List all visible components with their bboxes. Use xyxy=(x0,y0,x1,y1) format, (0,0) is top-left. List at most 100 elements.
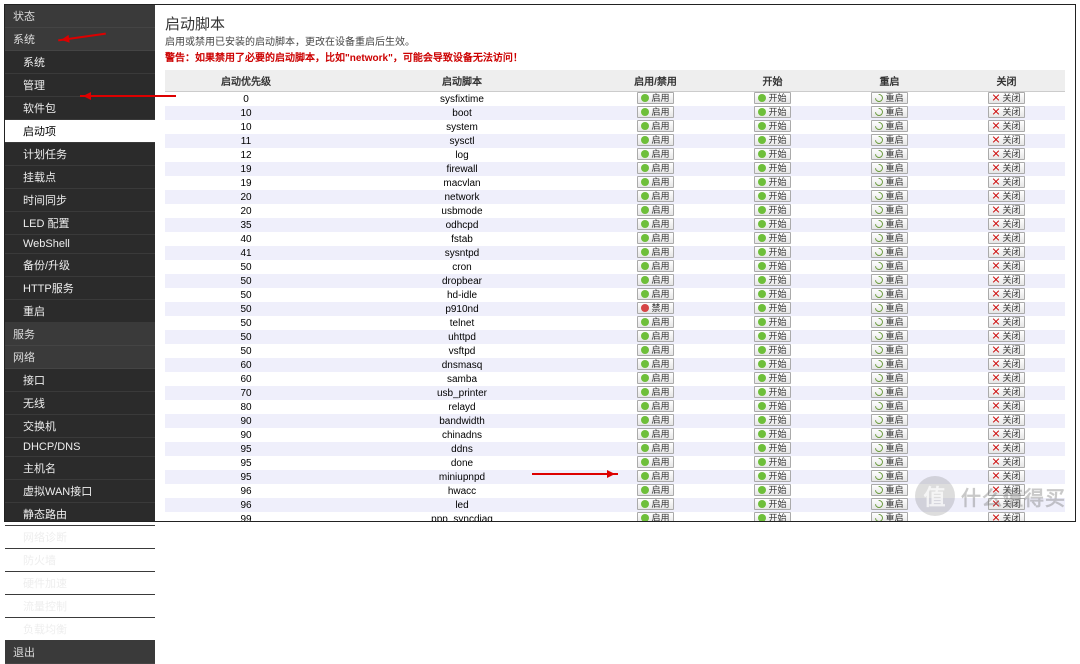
start-button[interactable]: 开始 xyxy=(754,414,790,426)
sidebar-item[interactable]: DHCP/DNS xyxy=(5,438,155,457)
start-button[interactable]: 开始 xyxy=(754,498,790,510)
enable-button[interactable]: 启用 xyxy=(637,232,673,244)
restart-button[interactable]: 重启 xyxy=(871,134,907,146)
stop-button[interactable]: 关闭 xyxy=(988,414,1024,426)
stop-button[interactable]: 关闭 xyxy=(988,288,1024,300)
restart-button[interactable]: 重启 xyxy=(871,246,907,258)
enable-button[interactable]: 启用 xyxy=(637,330,673,342)
enable-button[interactable]: 启用 xyxy=(637,512,673,521)
restart-button[interactable]: 重启 xyxy=(871,218,907,230)
restart-button[interactable]: 重启 xyxy=(871,232,907,244)
start-button[interactable]: 开始 xyxy=(754,176,790,188)
stop-button[interactable]: 关闭 xyxy=(988,176,1024,188)
start-button[interactable]: 开始 xyxy=(754,386,790,398)
stop-button[interactable]: 关闭 xyxy=(988,274,1024,286)
sidebar-item[interactable]: WebShell xyxy=(5,235,155,254)
restart-button[interactable]: 重启 xyxy=(871,120,907,132)
restart-button[interactable]: 重启 xyxy=(871,274,907,286)
enable-button[interactable]: 启用 xyxy=(637,218,673,230)
start-button[interactable]: 开始 xyxy=(754,330,790,342)
enable-button[interactable]: 启用 xyxy=(637,190,673,202)
enable-button[interactable]: 启用 xyxy=(637,386,673,398)
sidebar-item[interactable]: 交换机 xyxy=(5,415,155,438)
stop-button[interactable]: 关闭 xyxy=(988,190,1024,202)
enable-button[interactable]: 启用 xyxy=(637,134,673,146)
start-button[interactable]: 开始 xyxy=(754,260,790,272)
sidebar-item[interactable]: 负载均衡 xyxy=(5,618,155,641)
restart-button[interactable]: 重启 xyxy=(871,330,907,342)
enable-button[interactable]: 禁用 xyxy=(637,302,673,314)
sidebar-item[interactable]: 挂载点 xyxy=(5,166,155,189)
stop-button[interactable]: 关闭 xyxy=(988,134,1024,146)
enable-button[interactable]: 启用 xyxy=(637,358,673,370)
start-button[interactable]: 开始 xyxy=(754,470,790,482)
enable-button[interactable]: 启用 xyxy=(637,162,673,174)
sidebar-cat-status[interactable]: 状态 xyxy=(5,5,155,28)
sidebar-item[interactable]: 软件包 xyxy=(5,97,155,120)
restart-button[interactable]: 重启 xyxy=(871,484,907,496)
stop-button[interactable]: 关闭 xyxy=(988,232,1024,244)
stop-button[interactable]: 关闭 xyxy=(988,400,1024,412)
stop-button[interactable]: 关闭 xyxy=(988,302,1024,314)
start-button[interactable]: 开始 xyxy=(754,288,790,300)
stop-button[interactable]: 关闭 xyxy=(988,260,1024,272)
sidebar-item[interactable]: 虚拟WAN接口 xyxy=(5,480,155,503)
stop-button[interactable]: 关闭 xyxy=(988,372,1024,384)
enable-button[interactable]: 启用 xyxy=(637,246,673,258)
enable-button[interactable]: 启用 xyxy=(637,120,673,132)
sidebar-item[interactable]: 时间同步 xyxy=(5,189,155,212)
enable-button[interactable]: 启用 xyxy=(637,274,673,286)
sidebar-item[interactable]: 硬件加速 xyxy=(5,572,155,595)
enable-button[interactable]: 启用 xyxy=(637,372,673,384)
start-button[interactable]: 开始 xyxy=(754,232,790,244)
start-button[interactable]: 开始 xyxy=(754,120,790,132)
start-button[interactable]: 开始 xyxy=(754,512,790,521)
start-button[interactable]: 开始 xyxy=(754,148,790,160)
restart-button[interactable]: 重启 xyxy=(871,176,907,188)
restart-button[interactable]: 重启 xyxy=(871,204,907,216)
start-button[interactable]: 开始 xyxy=(754,162,790,174)
restart-button[interactable]: 重启 xyxy=(871,260,907,272)
stop-button[interactable]: 关闭 xyxy=(988,330,1024,342)
sidebar-item[interactable]: 启动项 xyxy=(5,120,155,143)
stop-button[interactable]: 关闭 xyxy=(988,442,1024,454)
start-button[interactable]: 开始 xyxy=(754,204,790,216)
enable-button[interactable]: 启用 xyxy=(637,428,673,440)
start-button[interactable]: 开始 xyxy=(754,358,790,370)
stop-button[interactable]: 关闭 xyxy=(988,316,1024,328)
restart-button[interactable]: 重启 xyxy=(871,386,907,398)
restart-button[interactable]: 重启 xyxy=(871,106,907,118)
start-button[interactable]: 开始 xyxy=(754,428,790,440)
enable-button[interactable]: 启用 xyxy=(637,288,673,300)
sidebar-item[interactable]: HTTP服务 xyxy=(5,277,155,300)
stop-button[interactable]: 关闭 xyxy=(988,92,1024,104)
enable-button[interactable]: 启用 xyxy=(637,442,673,454)
sidebar-cat-services[interactable]: 服务 xyxy=(5,323,155,346)
enable-button[interactable]: 启用 xyxy=(637,470,673,482)
restart-button[interactable]: 重启 xyxy=(871,190,907,202)
sidebar-cat-network[interactable]: 网络 xyxy=(5,346,155,369)
restart-button[interactable]: 重启 xyxy=(871,428,907,440)
start-button[interactable]: 开始 xyxy=(754,484,790,496)
enable-button[interactable]: 启用 xyxy=(637,92,673,104)
sidebar-item[interactable]: 接口 xyxy=(5,369,155,392)
restart-button[interactable]: 重启 xyxy=(871,512,907,521)
sidebar-item[interactable]: 系统 xyxy=(5,51,155,74)
sidebar-cat-system[interactable]: 系统 xyxy=(5,28,155,51)
stop-button[interactable]: 关闭 xyxy=(988,456,1024,468)
sidebar-item[interactable]: 静态路由 xyxy=(5,503,155,526)
start-button[interactable]: 开始 xyxy=(754,400,790,412)
stop-button[interactable]: 关闭 xyxy=(988,106,1024,118)
sidebar-item[interactable]: 防火墙 xyxy=(5,549,155,572)
stop-button[interactable]: 关闭 xyxy=(988,428,1024,440)
stop-button[interactable]: 关闭 xyxy=(988,218,1024,230)
stop-button[interactable]: 关闭 xyxy=(988,358,1024,370)
restart-button[interactable]: 重启 xyxy=(871,316,907,328)
enable-button[interactable]: 启用 xyxy=(637,260,673,272)
sidebar-item[interactable]: 无线 xyxy=(5,392,155,415)
enable-button[interactable]: 启用 xyxy=(637,344,673,356)
sidebar-item[interactable]: 流量控制 xyxy=(5,595,155,618)
enable-button[interactable]: 启用 xyxy=(637,176,673,188)
sidebar-cat-logout[interactable]: 退出 xyxy=(5,641,155,664)
restart-button[interactable]: 重启 xyxy=(871,372,907,384)
